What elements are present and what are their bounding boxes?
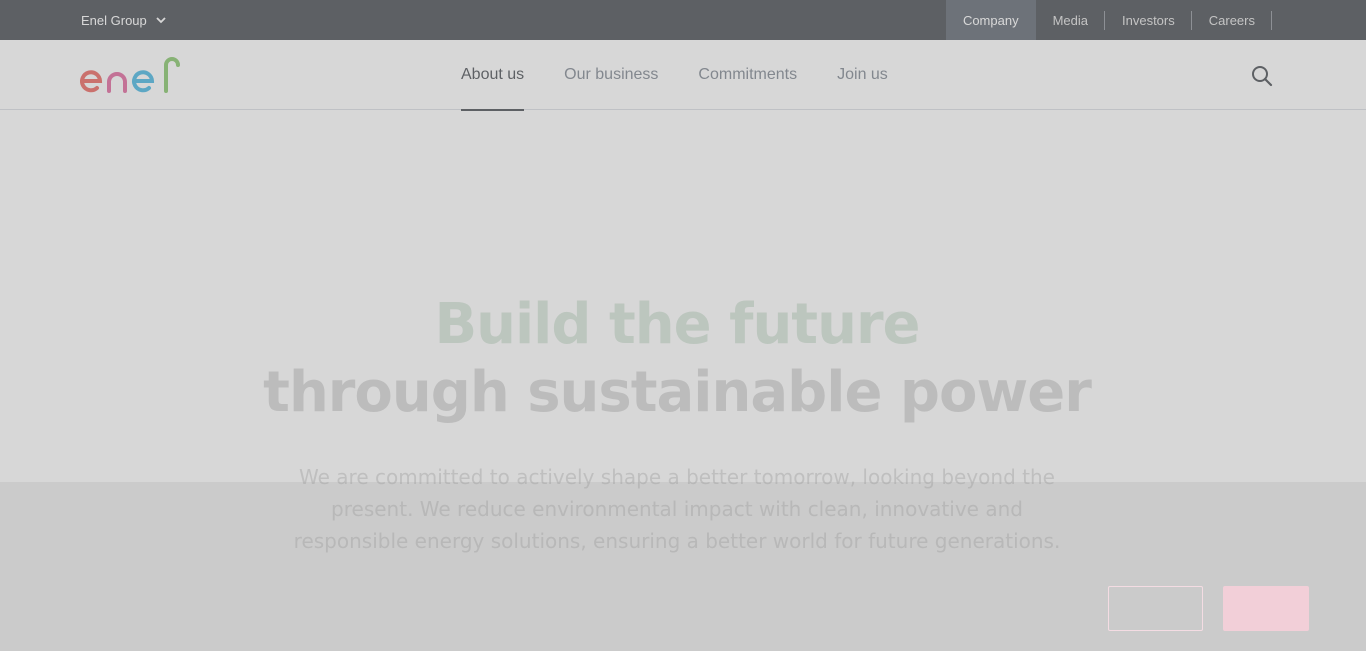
cookie-secondary-button[interactable] [1108,586,1203,631]
cookie-accept-button[interactable] [1223,586,1309,631]
overlay-backdrop [0,0,1366,482]
